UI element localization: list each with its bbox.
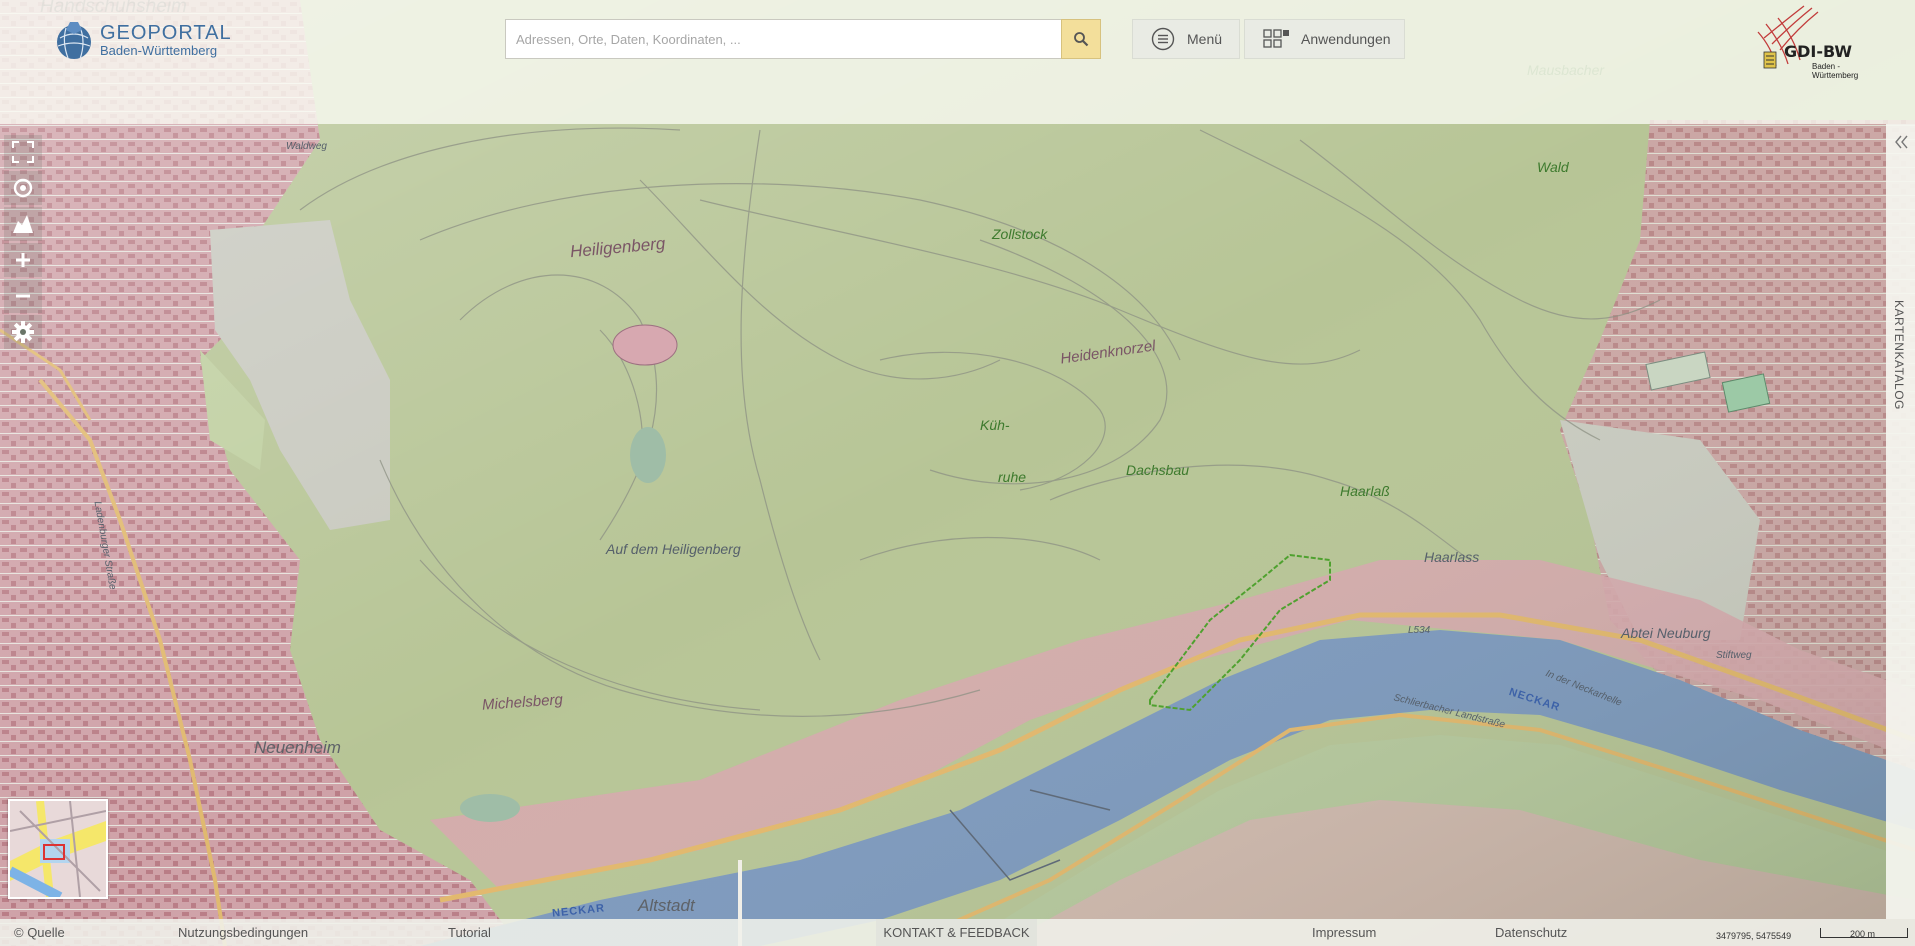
- privacy-link[interactable]: Datenschutz: [1495, 925, 1567, 940]
- gdi-logo-text: GDI-BW: [1784, 42, 1852, 61]
- catalog-label: KARTENKATALOG: [1892, 300, 1906, 410]
- 3d-view-icon: [13, 215, 33, 233]
- pond-2: [460, 794, 520, 822]
- gdi-bw-logo[interactable]: GDI-BW Baden - Württemberg: [1752, 4, 1892, 82]
- search-icon: [1074, 32, 1089, 47]
- map-toolbar: [4, 135, 44, 351]
- apps-button[interactable]: Anwendungen: [1244, 19, 1405, 59]
- fullscreen-icon: [12, 141, 34, 163]
- summit-heiligenberg: [612, 324, 678, 366]
- map-canvas[interactable]: Handschuhsheim Heiligenberg Zollstock He…: [0, 0, 1915, 946]
- source-link[interactable]: © Quelle: [14, 925, 65, 940]
- menu-label: Menü: [1187, 31, 1223, 47]
- contact-feedback-link[interactable]: KONTAKT & FEEDBACK: [876, 919, 1037, 946]
- locate-icon: [13, 178, 33, 198]
- search-bar: [505, 19, 1101, 59]
- terms-link[interactable]: Nutzungsbedingungen: [178, 925, 308, 940]
- menu-icon: [1151, 27, 1175, 51]
- gear-icon: [12, 321, 34, 343]
- tutorial-link[interactable]: Tutorial: [448, 925, 491, 940]
- pond: [630, 427, 666, 483]
- footer-bar: © Quelle Nutzungsbedingungen Tutorial KO…: [0, 919, 1915, 946]
- zoom-out-icon: [16, 294, 30, 298]
- menu-button[interactable]: Menü: [1132, 19, 1240, 59]
- apps-label: Anwendungen: [1301, 31, 1391, 47]
- zoom-in-icon: [16, 253, 30, 267]
- fullscreen-button[interactable]: [4, 135, 42, 169]
- 3d-view-button[interactable]: [4, 207, 42, 241]
- overview-minimap[interactable]: [8, 799, 108, 899]
- mouse-coordinates: 3479795, 5475549: [1716, 931, 1792, 941]
- double-chevron-left-icon: [1895, 135, 1908, 149]
- globe-logo-icon: [57, 22, 91, 60]
- search-input[interactable]: [505, 19, 1073, 59]
- locate-button[interactable]: [4, 171, 42, 205]
- settings-button[interactable]: [4, 315, 42, 349]
- search-button[interactable]: [1061, 19, 1101, 59]
- imprint-link[interactable]: Impressum: [1312, 925, 1376, 940]
- zoom-out-button[interactable]: [4, 279, 42, 313]
- scale-label: 200 m: [1850, 929, 1876, 939]
- header-bar: GEOPORTAL Baden-Württemberg Adressen, Or…: [0, 0, 1915, 124]
- geoportal-logo[interactable]: GEOPORTAL Baden-Württemberg: [52, 18, 232, 62]
- logo-subtitle: Baden-Württemberg: [100, 42, 218, 58]
- zoom-in-button[interactable]: [4, 243, 42, 277]
- gdi-logo-sub: Baden - Württemberg: [1812, 62, 1859, 80]
- logo-title: GEOPORTAL: [100, 21, 232, 44]
- geoportal-app: Handschuhsheim Heiligenberg Zollstock He…: [0, 0, 1915, 946]
- apps-grid-icon: [1263, 29, 1289, 49]
- map-catalog-tab[interactable]: KARTENKATALOG: [1886, 124, 1915, 919]
